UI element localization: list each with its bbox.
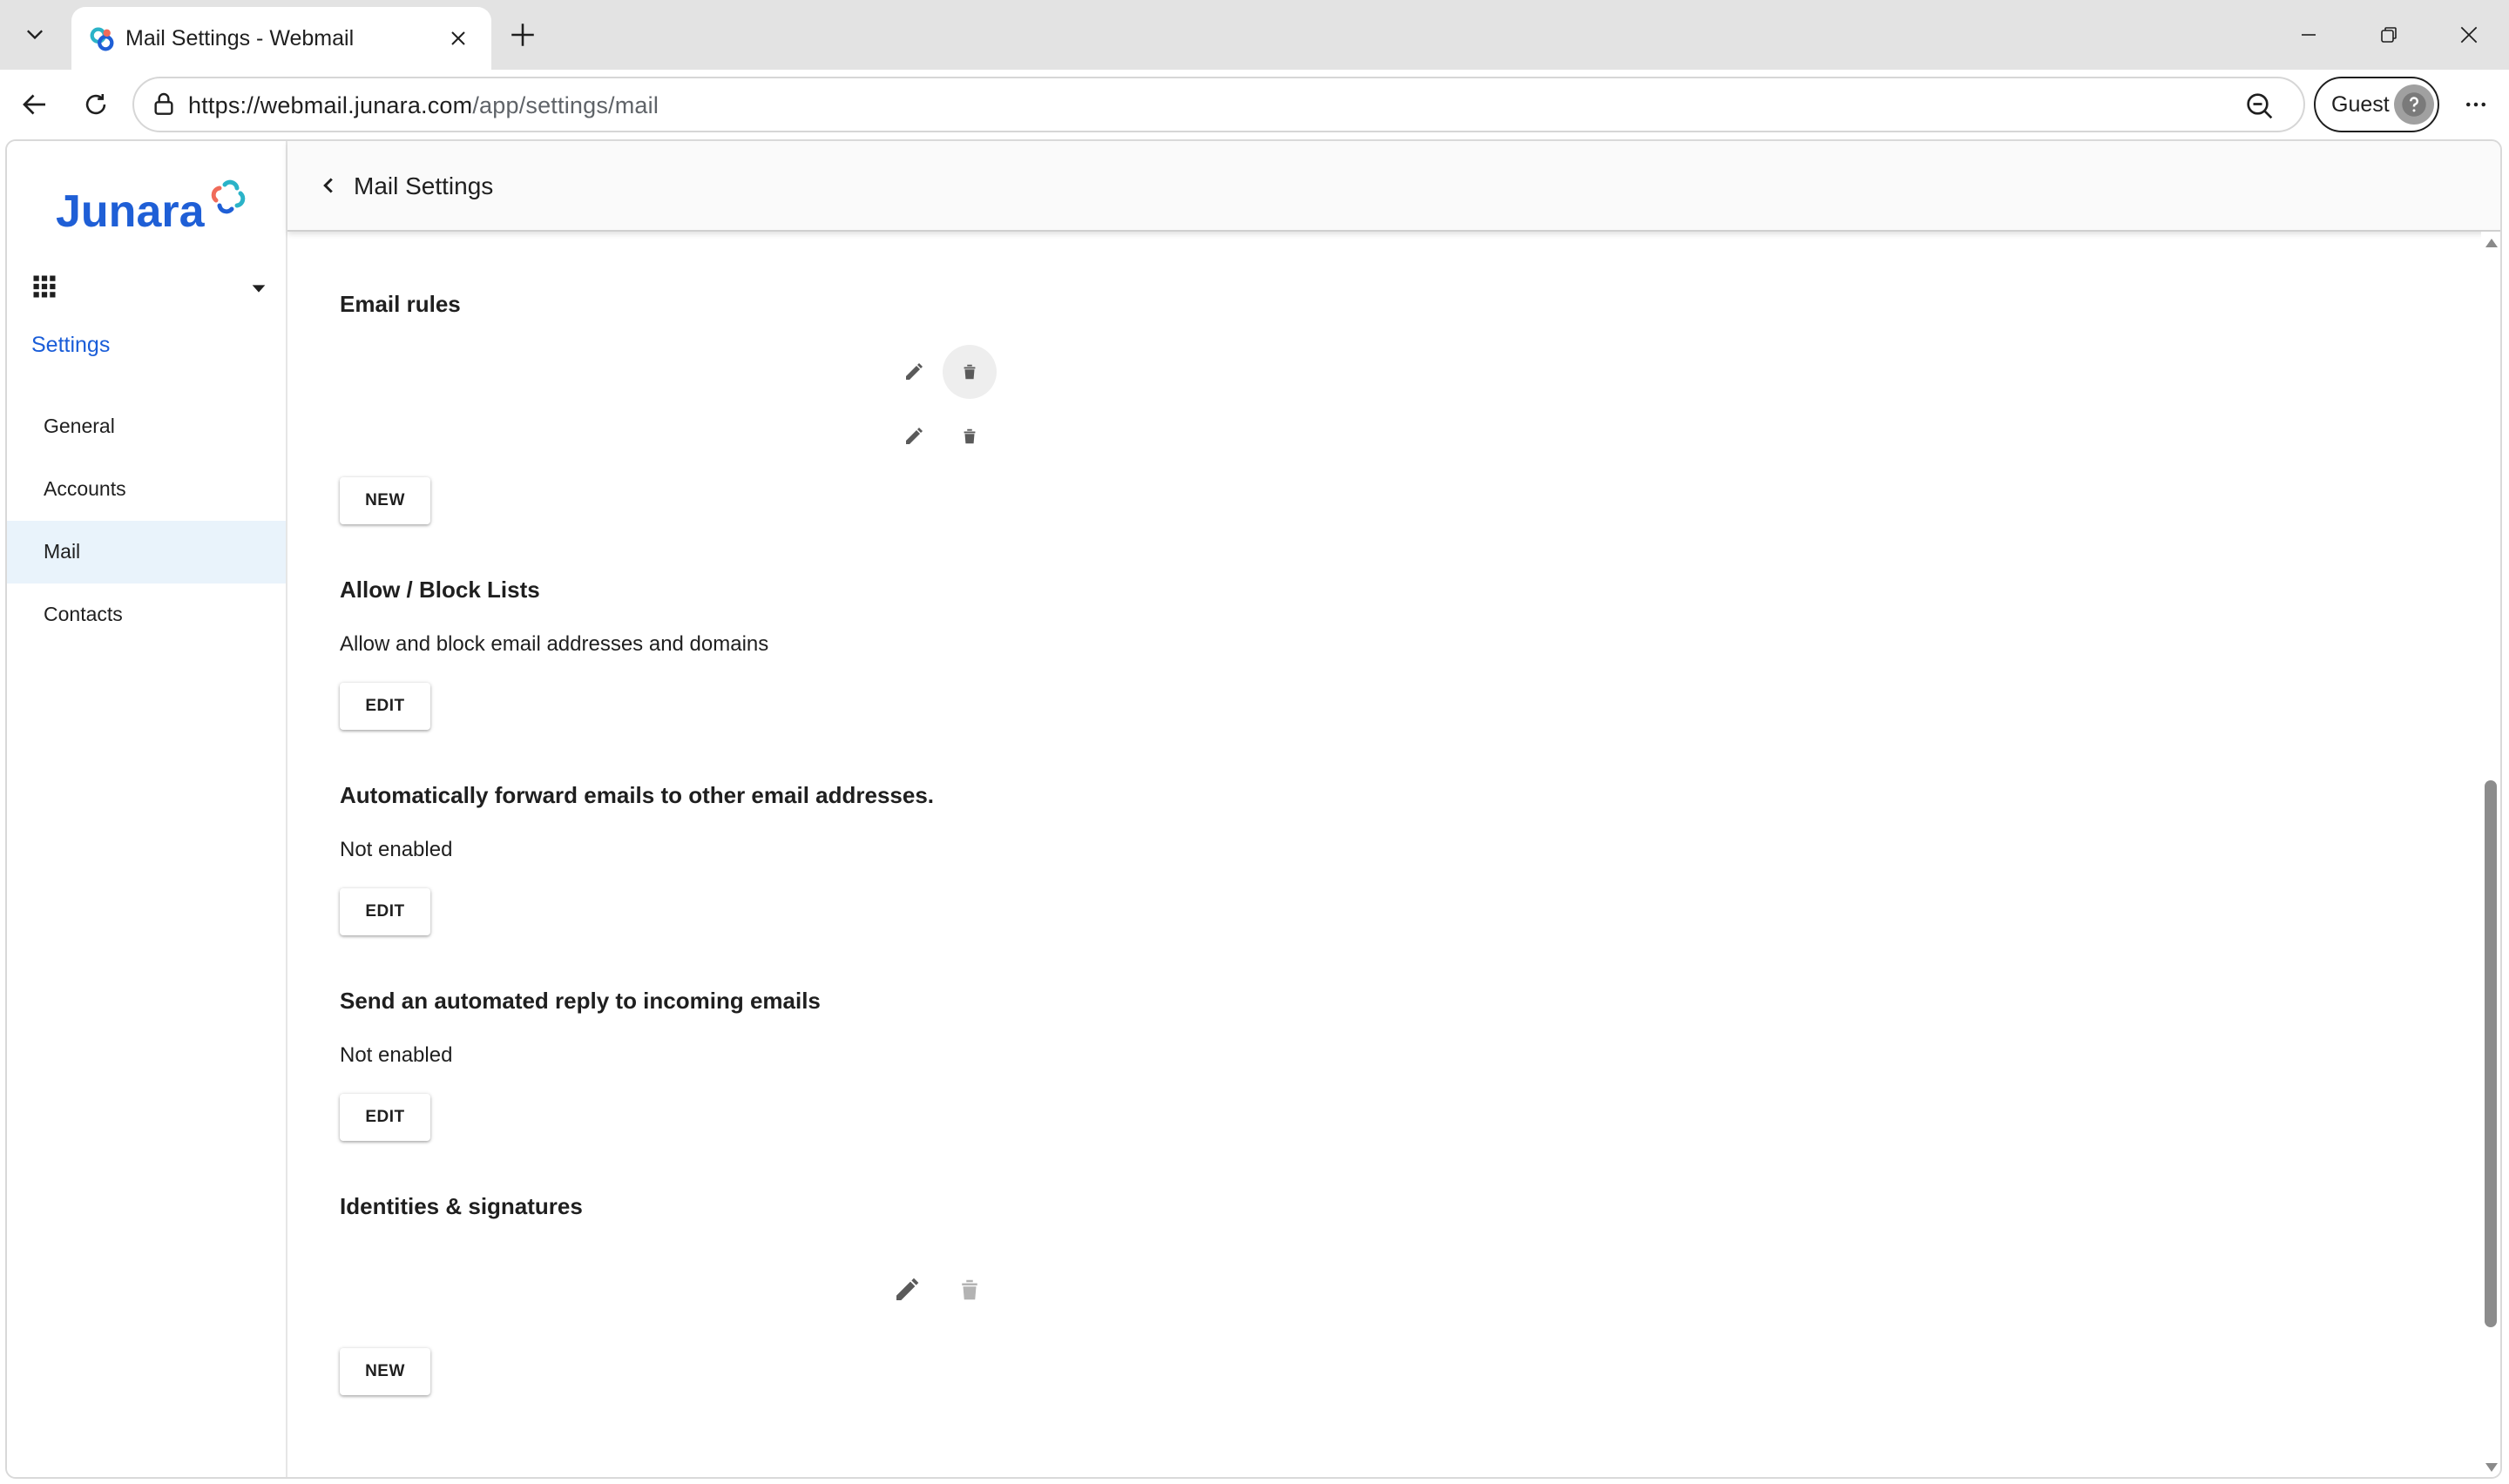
forward-status: Not enabled [340, 838, 453, 861]
sidebar-item-label: Accounts [44, 477, 126, 500]
address-bar[interactable]: https://webmail.junara.com/app/settings/… [132, 77, 2305, 132]
site-info-icon[interactable] [150, 91, 178, 118]
auto-reply-status: Not enabled [340, 1043, 453, 1067]
settings-content: Email rules NEW Allow / Block Lists Allo… [287, 232, 2483, 1477]
reload-button[interactable] [70, 78, 122, 131]
page-header: Mail Settings [287, 141, 2500, 232]
webmail-page: Junara Settings General Accounts Mail Co… [5, 139, 2502, 1479]
sidebar-item-contacts[interactable]: Contacts [7, 583, 286, 646]
delete-identity-button[interactable] [943, 1263, 997, 1317]
pencil-icon [906, 363, 923, 380]
browser-tab-strip: Mail Settings - Webmail [0, 0, 2509, 70]
url-host: https://webmail.junara.com [188, 92, 473, 118]
settings-heading: Settings [31, 333, 111, 357]
address-url: https://webmail.junara.com/app/settings/… [188, 92, 659, 119]
identities-title: Identities & signatures [340, 1193, 583, 1219]
restore-button[interactable] [2354, 9, 2424, 61]
delete-rule-button[interactable] [943, 409, 997, 463]
sidebar-item-accounts[interactable]: Accounts [7, 458, 286, 521]
allow-block-description: Allow and block email addresses and doma… [340, 632, 769, 656]
delete-rule-button[interactable] [943, 345, 997, 399]
more-horizontal-icon [2466, 102, 2485, 107]
plus-icon [511, 24, 534, 46]
tab-close-button[interactable] [441, 21, 476, 56]
auto-reply-title: Send an automated reply to incoming emai… [340, 988, 821, 1014]
scroll-thumb[interactable] [2485, 780, 2497, 1327]
sidebar: Junara Settings General Accounts Mail Co… [7, 141, 287, 1477]
apps-grid-icon [33, 275, 56, 298]
sidebar-item-label: General [44, 415, 115, 437]
new-rule-button[interactable]: NEW [340, 477, 430, 524]
edit-rule-button[interactable] [887, 409, 941, 463]
sidebar-item-label: Mail [44, 540, 81, 563]
junara-favicon-icon [90, 27, 114, 51]
vertical-scrollbar[interactable] [2481, 232, 2500, 1477]
browser-menu-button[interactable] [2450, 78, 2502, 131]
arrow-left-icon [23, 94, 45, 115]
trash-icon [964, 428, 976, 444]
reload-icon [85, 93, 106, 115]
junara-logo[interactable]: Junara [52, 176, 253, 237]
zoom-out-icon[interactable] [2242, 89, 2277, 124]
new-tab-button[interactable] [502, 14, 544, 56]
logo-mark: Junara [56, 179, 246, 237]
restore-icon [2381, 27, 2397, 43]
close-icon [2460, 26, 2478, 44]
url-path: /app/settings/mail [472, 92, 659, 118]
page-title: Mail Settings [354, 172, 494, 199]
sidebar-item-mail[interactable]: Mail [7, 521, 286, 583]
minimize-icon [2302, 34, 2316, 36]
avatar-icon [2394, 84, 2434, 125]
edit-allow-block-button[interactable]: EDIT [340, 683, 430, 730]
close-window-button[interactable] [2434, 9, 2504, 61]
minimize-button[interactable] [2274, 9, 2343, 61]
browser-toolbar: https://webmail.junara.com/app/settings/… [0, 70, 2509, 139]
caret-down-icon [252, 285, 266, 293]
new-identity-button[interactable]: NEW [340, 1348, 430, 1395]
forward-title: Automatically forward emails to other em… [340, 782, 935, 808]
chevron-down-icon [27, 30, 43, 40]
edit-auto-reply-button[interactable]: EDIT [340, 1094, 430, 1141]
email-rules-title: Email rules [340, 291, 461, 317]
edit-forward-button[interactable]: EDIT [340, 888, 430, 935]
app-switcher[interactable] [24, 263, 277, 315]
logo-text: Junara [56, 186, 206, 237]
browser-tab-active[interactable]: Mail Settings - Webmail [71, 7, 491, 70]
chevron-left-icon[interactable] [315, 172, 342, 199]
trash-icon [962, 1279, 977, 1300]
trash-icon [964, 364, 976, 380]
profile-button[interactable]: Guest [2314, 77, 2439, 132]
tab-search-button[interactable] [7, 9, 63, 61]
allow-block-title: Allow / Block Lists [340, 577, 540, 603]
tab-title: Mail Settings - Webmail [125, 26, 355, 51]
scroll-down-arrow-icon[interactable] [2485, 1463, 2498, 1472]
back-button[interactable] [9, 78, 61, 131]
pencil-icon [906, 428, 923, 444]
pencil-icon [896, 1278, 919, 1300]
close-icon [451, 31, 465, 45]
scroll-up-arrow-icon[interactable] [2485, 239, 2498, 247]
edit-identity-button[interactable] [880, 1263, 934, 1317]
sidebar-item-label: Contacts [44, 603, 123, 625]
sidebar-item-general[interactable]: General [7, 395, 286, 458]
edit-rule-button[interactable] [887, 345, 941, 399]
profile-label: Guest [2331, 92, 2390, 117]
